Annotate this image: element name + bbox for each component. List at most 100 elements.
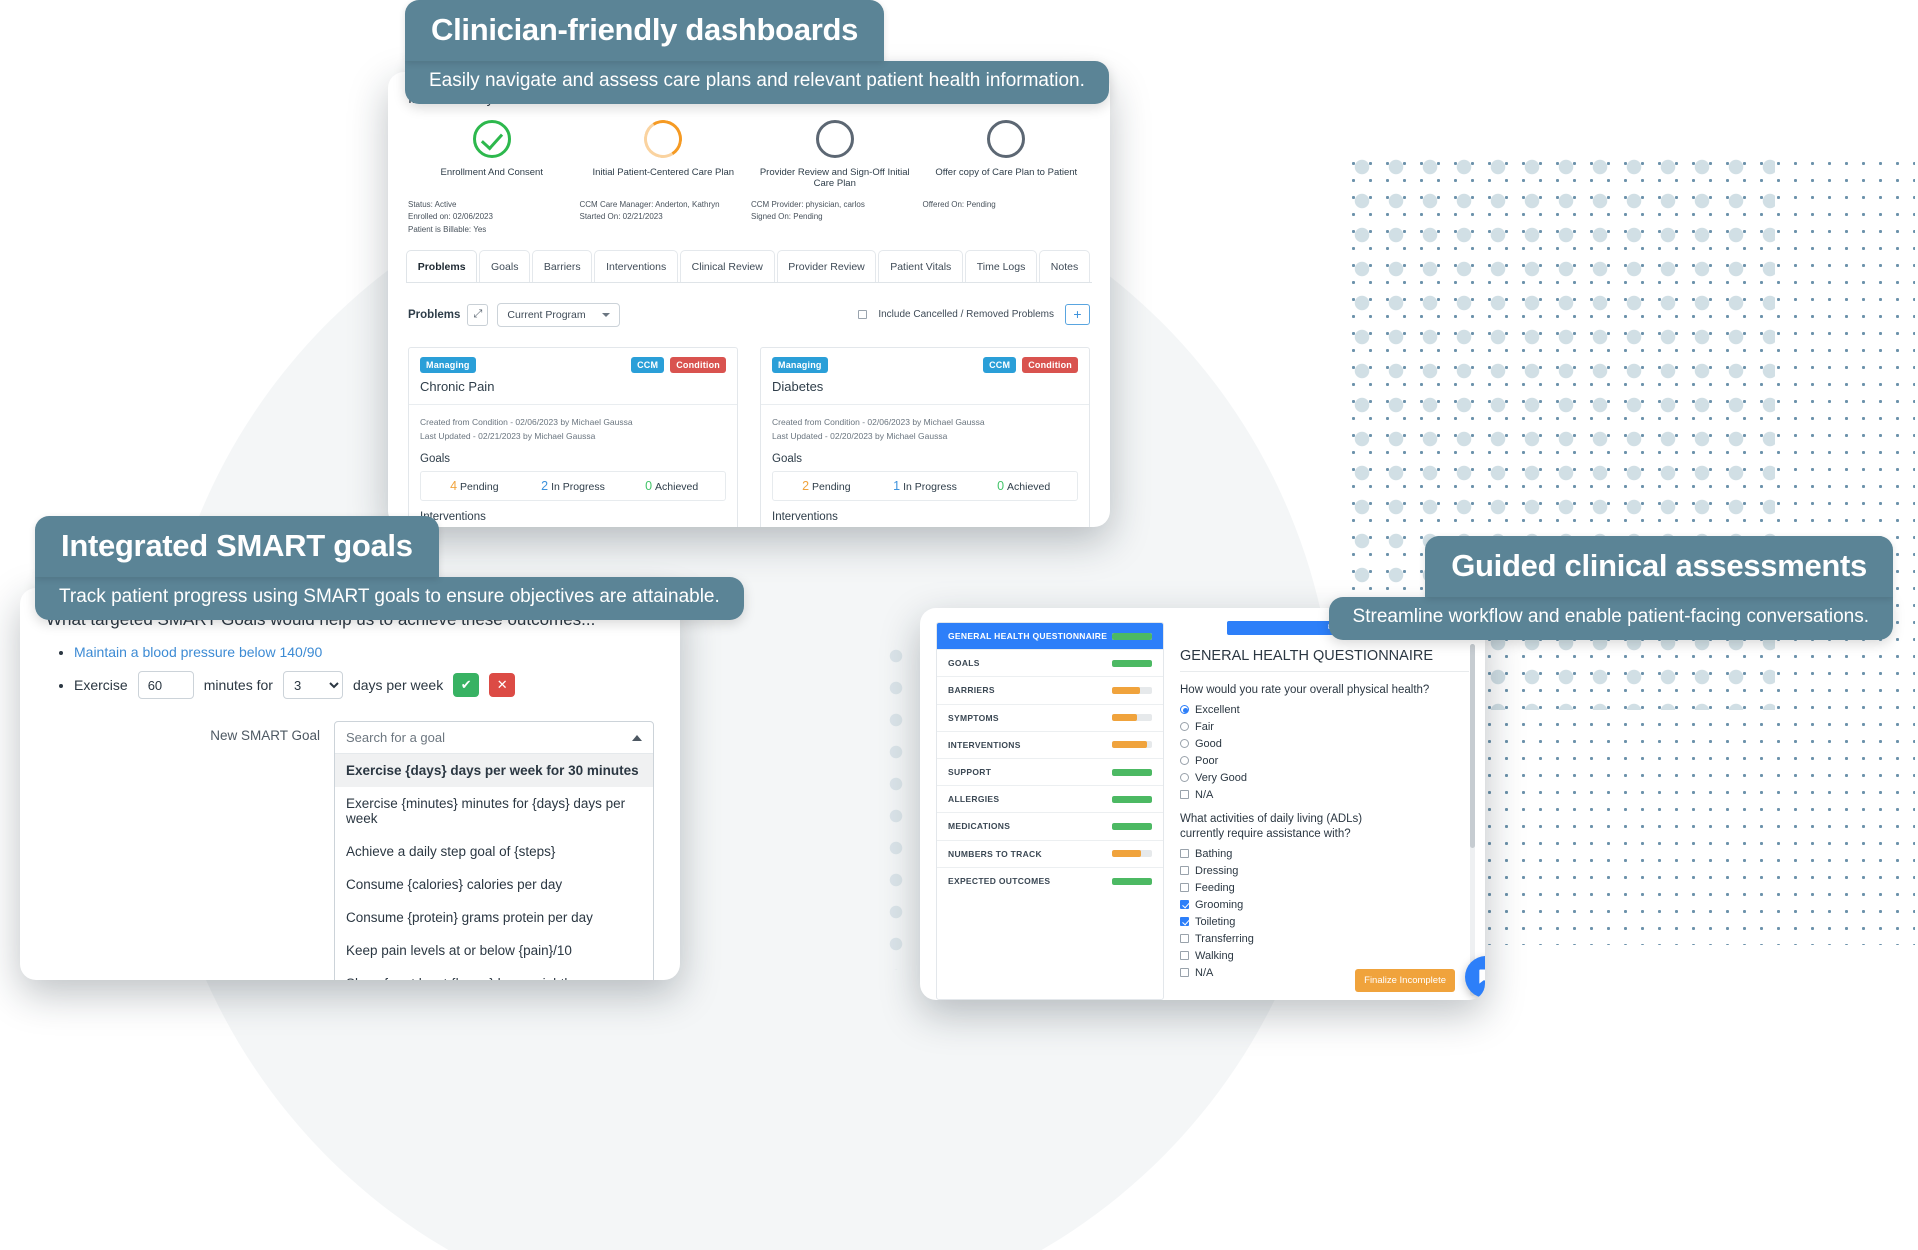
workflow-step[interactable]: Enrollment And Consent [406, 120, 578, 190]
problem-cards: Managing CCM Condition Chronic Pain Crea… [408, 346, 1090, 527]
days-select[interactable]: 3 [282, 671, 343, 699]
section-label: SYMPTOMS [948, 712, 999, 723]
assessment-section-goals[interactable]: GOALS [937, 650, 1163, 678]
tab-time-logs[interactable]: Time Logs [965, 249, 1038, 282]
option-excellent[interactable]: Excellent [1180, 704, 1469, 716]
minutes-input[interactable] [137, 671, 194, 699]
checkbox-icon[interactable] [1180, 883, 1189, 893]
checkbox-icon[interactable] [1180, 866, 1189, 876]
goal-search-input[interactable]: Search for a goal [335, 722, 653, 753]
stat-goals-in-progress: 2 In Progress [541, 478, 605, 493]
care-plan-tabs: Problems Goals Barriers Interventions Cl… [406, 249, 1092, 283]
tab-barriers[interactable]: Barriers [532, 249, 593, 282]
checkbox-icon[interactable] [1180, 934, 1189, 944]
close-icon[interactable]: ✕ [489, 673, 516, 697]
goal-option[interactable]: Achieve a daily step goal of {steps} [335, 835, 653, 868]
option-poor[interactable]: Poor [1180, 755, 1469, 767]
option-fair[interactable]: Fair [1180, 721, 1469, 733]
section-label: ALLERGIES [948, 794, 1000, 805]
tab-notes[interactable]: Notes [1039, 249, 1090, 282]
assessment-section-support[interactable]: SUPPORT [937, 759, 1163, 787]
section-progress-bar [1112, 632, 1152, 640]
finalize-incomplete-button[interactable]: Finalize Incomplete [1355, 969, 1455, 992]
section-progress-bar [1112, 877, 1152, 885]
add-problem-button[interactable]: + [1065, 304, 1090, 326]
workflow-step[interactable]: Initial Patient-Centered Care Plan [578, 116, 750, 190]
tab-clinical-review[interactable]: Clinical Review [679, 249, 775, 282]
problem-created: Created from Condition - 02/06/2023 by M… [772, 416, 985, 427]
checkbox-icon[interactable] [1180, 790, 1189, 800]
new-smart-goal-row: New SMART Goal Search for a goal Exercis… [46, 721, 654, 980]
expand-icon[interactable]: ⤢ [467, 303, 489, 326]
workflow-step[interactable]: Offer copy of Care Plan to Patient [921, 120, 1093, 190]
radio-icon[interactable] [1180, 705, 1189, 715]
option-transferring[interactable]: Transferring [1180, 933, 1469, 945]
form-scrollbar[interactable] [1470, 644, 1475, 996]
section-label: GENERAL HEALTH QUESTIONNAIRE [948, 631, 1108, 642]
radio-icon[interactable] [1180, 722, 1189, 732]
section-label: GOALS [948, 658, 980, 669]
option-feeding[interactable]: Feeding [1180, 882, 1469, 894]
option-bathing[interactable]: Bathing [1180, 848, 1469, 860]
assessment-section-interventions[interactable]: INTERVENTIONS [937, 732, 1163, 759]
option-good[interactable]: Good [1180, 738, 1469, 750]
goal-search-placeholder: Search for a goal [346, 730, 446, 745]
callout-dashboards-title: Clinician-friendly dashboards [405, 0, 885, 61]
workflow-step-meta: Offered On: Pending [922, 199, 996, 209]
smart-goal-item[interactable]: Maintain a blood pressure below 140/90 [74, 644, 654, 660]
radio-icon[interactable] [1180, 739, 1189, 749]
option-na[interactable]: N/A [1180, 789, 1469, 801]
checkbox-icon[interactable] [1180, 849, 1189, 859]
include-cancelled-label: Include Cancelled / Removed Problems [878, 309, 1054, 321]
assessment-section-allergies[interactable]: ALLERGIES [937, 786, 1163, 814]
assessment-section-barriers[interactable]: BARRIERS [937, 677, 1163, 705]
option-very-good[interactable]: Very Good [1180, 772, 1469, 784]
stat-goals-pending: 2 Pending [802, 478, 851, 493]
goal-option[interactable]: Exercise {minutes} minutes for {days} da… [335, 787, 653, 835]
tab-interventions[interactable]: Interventions [594, 249, 678, 282]
option-toileting[interactable]: Toileting [1180, 916, 1469, 928]
status-pending-icon [987, 120, 1026, 158]
include-cancelled-checkbox[interactable] [858, 310, 868, 320]
section-progress-bar [1112, 850, 1152, 858]
question-physical-health: How would you rate your overall physical… [1180, 684, 1430, 696]
problem-card[interactable]: Managing CCM Condition Chronic Pain Crea… [408, 346, 738, 527]
assessment-section-medications[interactable]: MEDICATIONS [937, 813, 1163, 841]
tab-goals[interactable]: Goals [479, 249, 531, 282]
checkbox-icon[interactable] [1180, 900, 1189, 910]
smart-goal-link[interactable]: Maintain a blood pressure below 140/90 [74, 644, 322, 660]
radio-icon[interactable] [1180, 773, 1189, 783]
option-dressing[interactable]: Dressing [1180, 865, 1469, 877]
assessment-section-symptoms[interactable]: SYMPTOMS [937, 705, 1163, 732]
checkbox-icon[interactable] [1180, 917, 1189, 927]
checkbox-icon[interactable] [1180, 968, 1189, 978]
status-badge: Managing [420, 356, 476, 373]
section-label: MEDICATIONS [948, 821, 1011, 832]
goal-option[interactable]: Consume {protein} grams protein per day [335, 901, 653, 934]
goal-search-combobox[interactable]: Search for a goal Exercise {days} days p… [334, 721, 654, 980]
option-grooming[interactable]: Grooming [1180, 899, 1469, 911]
ccm-badge: CCM [631, 356, 665, 373]
assessment-section-numbers-to-track[interactable]: NUMBERS TO TRACK [937, 841, 1163, 868]
program-filter-select[interactable]: Current Program [497, 302, 620, 327]
workflow-step[interactable]: Provider Review and Sign-Off Initial Car… [749, 120, 921, 190]
radio-icon[interactable] [1180, 756, 1189, 766]
checkbox-icon[interactable] [1180, 951, 1189, 961]
option-walking[interactable]: Walking [1180, 950, 1469, 962]
section-label: SUPPORT [948, 767, 992, 778]
section-label: INTERVENTIONS [948, 739, 1021, 750]
goal-option[interactable]: Keep pain levels at or below {pain}/10 [335, 934, 653, 967]
tab-patient-vitals[interactable]: Patient Vitals [878, 249, 963, 282]
goals-section-title: Goals [420, 452, 451, 465]
callout-smart-goals: Integrated SMART goals Track patient pro… [35, 516, 744, 620]
tab-provider-review[interactable]: Provider Review [776, 249, 877, 282]
assessment-section-general-health[interactable]: GENERAL HEALTH QUESTIONNAIRE [937, 623, 1163, 651]
assessment-section-expected-outcomes[interactable]: EXPECTED OUTCOMES [937, 868, 1163, 895]
check-icon[interactable]: ✔ [453, 673, 480, 697]
program-filter-value: Current Program [507, 308, 586, 321]
goal-option[interactable]: Consume {calories} calories per day [335, 868, 653, 901]
goal-option[interactable]: Exercise {days} days per week for 30 min… [335, 754, 653, 787]
problem-card[interactable]: Managing CCM Condition Diabetes Created … [760, 346, 1090, 527]
tab-problems[interactable]: Problems [406, 249, 478, 282]
goal-option[interactable]: Sleep for at least {hours} hours nightly [335, 967, 653, 980]
